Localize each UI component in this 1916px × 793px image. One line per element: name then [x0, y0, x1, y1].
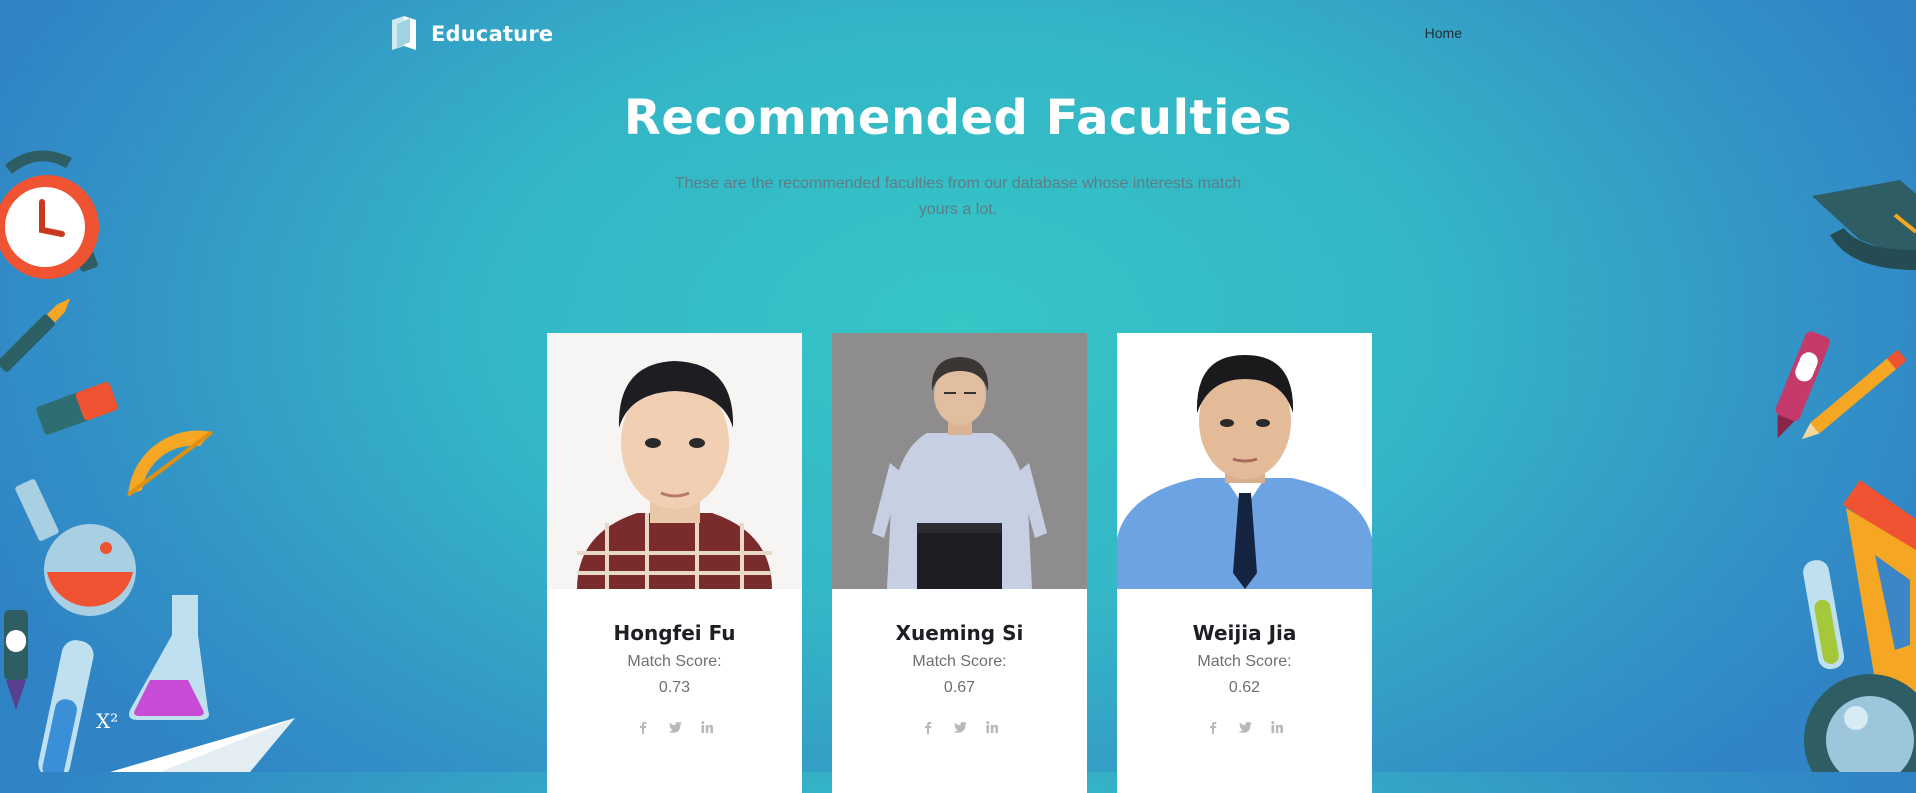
faculty-photo [1117, 333, 1372, 589]
facebook-icon[interactable] [635, 719, 651, 735]
brand-name: Educature [431, 22, 554, 46]
page-subtitle: These are the recommended faculties from… [674, 175, 1242, 218]
facebook-icon[interactable] [1205, 719, 1221, 735]
crayon-icon [4, 610, 28, 710]
match-score-value: 0.62 [1228, 679, 1261, 696]
eraser-icon [36, 382, 118, 435]
social-links [832, 719, 1087, 735]
twitter-icon[interactable] [667, 719, 683, 735]
round-flask-icon [15, 479, 136, 616]
match-score-label: Match Score: [1197, 653, 1292, 670]
faculty-name: Xueming Si [895, 621, 1024, 645]
pen-icon [0, 298, 71, 372]
match-score-label: Match Score: [912, 653, 1007, 670]
faculty-card: Hongfei Fu Match Score: 0.73 [547, 333, 802, 793]
brand-logo-link[interactable]: Educature [388, 14, 553, 54]
test-tube-icon [38, 640, 94, 772]
social-links [547, 719, 802, 735]
magnifier-icon [1804, 674, 1916, 772]
faculty-card: Xueming Si Match Score: 0.67 [832, 333, 1087, 793]
book-logo-icon [388, 12, 420, 57]
match-score-value: 0.67 [943, 679, 976, 696]
twitter-icon[interactable] [952, 719, 968, 735]
page-title: Recommended Faculties [623, 90, 1293, 146]
right-school-decorations [1775, 180, 1916, 772]
top-navbar: Educature Home [388, 14, 1462, 54]
linkedin-icon[interactable] [984, 719, 1000, 735]
social-links [1117, 719, 1372, 735]
linkedin-icon[interactable] [699, 719, 715, 735]
linkedin-icon[interactable] [1269, 719, 1285, 735]
protractor-icon [126, 430, 214, 497]
graduation-cap-icon [1812, 180, 1916, 270]
conical-flask-icon [129, 595, 209, 720]
match-score-value: 0.73 [658, 679, 691, 696]
paper-plane-icon [110, 718, 295, 772]
left-school-decorations: X² [0, 150, 295, 772]
faculty-name: Weijia Jia [1192, 621, 1297, 645]
alarm-clock-icon [0, 150, 99, 279]
faculty-name: Hongfei Fu [613, 621, 736, 645]
faculty-photo [547, 333, 802, 589]
twitter-icon[interactable] [1237, 719, 1253, 735]
match-score-label: Match Score: [627, 653, 722, 670]
faculty-card: Weijia Jia Match Score: 0.62 [1117, 333, 1372, 793]
nav-home-link[interactable]: Home [1425, 25, 1462, 41]
faculty-photo [832, 333, 1087, 589]
formula-text: X² [96, 709, 118, 733]
facebook-icon[interactable] [920, 719, 936, 735]
test-tube-icon [1803, 560, 1845, 670]
